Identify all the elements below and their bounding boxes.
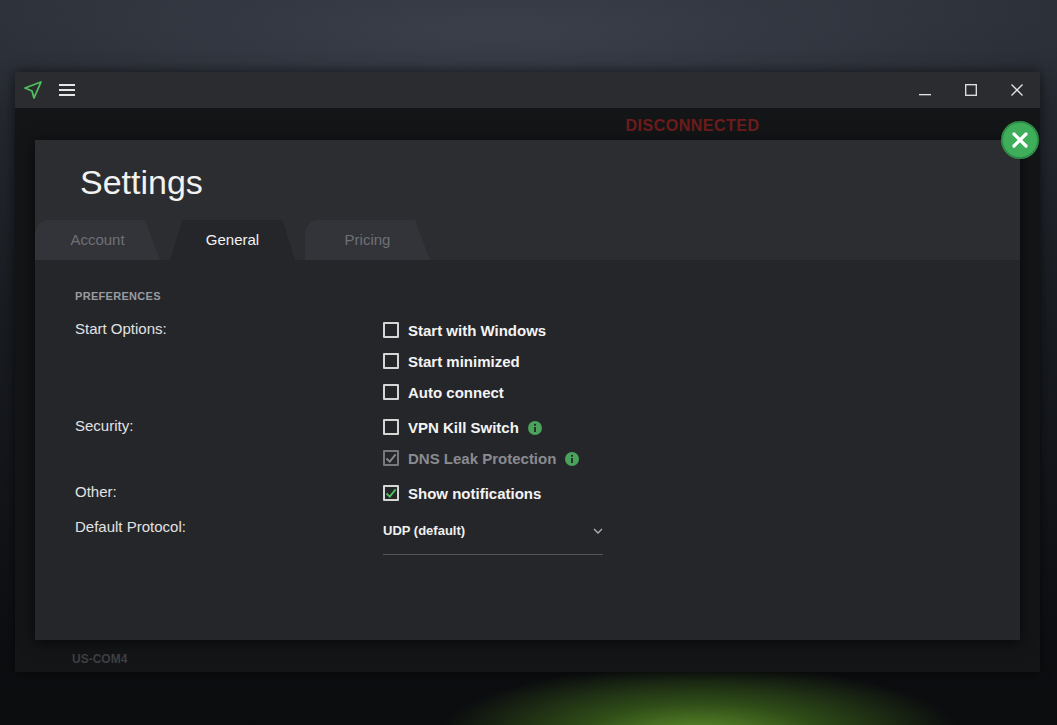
- tab-label[interactable]: Pricing: [345, 229, 391, 252]
- checkbox[interactable]: [383, 419, 399, 435]
- option-group: Default Protocol:UDP (default): [75, 517, 980, 555]
- window-controls: [902, 72, 1040, 108]
- option-label[interactable]: Show notifications: [408, 484, 541, 504]
- close-settings-button[interactable]: [1001, 121, 1039, 159]
- connection-status: DISCONNECTED: [15, 108, 1040, 138]
- checkbox[interactable]: [383, 353, 399, 369]
- server-name: US-COM4: [72, 650, 127, 668]
- option-label[interactable]: Start minimized: [408, 352, 520, 372]
- checkbox-option[interactable]: DNS Leak Protection: [383, 447, 980, 478]
- settings-body: PREFERENCESStart Options:Start with Wind…: [35, 260, 1020, 579]
- group-label: Security:: [75, 416, 383, 478]
- app-window: DISCONNECTED US-COM4 Settings Account Genera…: [15, 72, 1040, 672]
- group-options: Show notifications: [383, 482, 980, 513]
- option-label: DNS Leak Protection: [408, 449, 556, 469]
- check-icon: [385, 452, 397, 464]
- option-label[interactable]: Auto connect: [408, 383, 504, 403]
- checkbox-option[interactable]: Start minimized: [383, 350, 980, 381]
- settings-header: Settings Account General Pricing: [35, 140, 1020, 260]
- checkbox-option[interactable]: Auto connect: [383, 381, 980, 412]
- info-icon[interactable]: [565, 452, 579, 466]
- close-icon: [1011, 84, 1023, 96]
- app-content: DISCONNECTED US-COM4 Settings Account Genera…: [15, 108, 1040, 672]
- settings-tab[interactable]: Account: [35, 220, 160, 260]
- title-bar: [15, 72, 1040, 108]
- minimize-button[interactable]: [902, 72, 948, 108]
- check-icon: [385, 487, 397, 499]
- settings-panel: Settings Account General Pricing PREFERENCES…: [35, 140, 1020, 640]
- menu-button[interactable]: [51, 72, 83, 108]
- group-options: Start with Windows Start minimized Auto co…: [383, 319, 980, 412]
- checkbox[interactable]: [383, 322, 399, 338]
- chevron-down-icon[interactable]: [593, 522, 603, 540]
- option-group: Start Options: Start with Windows Start mi…: [75, 319, 980, 412]
- hamburger-icon: [59, 83, 75, 97]
- option-label[interactable]: VPN Kill Switch: [408, 418, 519, 438]
- group-label: Default Protocol:: [75, 517, 383, 555]
- maximize-icon: [965, 84, 977, 96]
- checkbox: [383, 450, 399, 466]
- option-group: Security: VPN Kill Switch DNS Leak Protect…: [75, 416, 980, 478]
- settings-title: Settings: [35, 160, 1020, 204]
- settings-tab[interactable]: General: [170, 220, 295, 260]
- info-icon[interactable]: [528, 421, 542, 435]
- close-window-button[interactable]: [994, 72, 1040, 108]
- settings-tabs: Account General Pricing: [35, 220, 1020, 260]
- logo: [15, 72, 51, 108]
- group-label: Other:: [75, 482, 383, 513]
- minimize-icon: [919, 84, 931, 96]
- dropdown-value[interactable]: UDP (default): [383, 522, 465, 540]
- option-label[interactable]: Start with Windows: [408, 321, 546, 341]
- checkbox-option[interactable]: VPN Kill Switch: [383, 416, 980, 447]
- desktop: DISCONNECTED US-COM4 Settings Account Genera…: [0, 0, 1057, 725]
- option-group: Other: Show notifications: [75, 482, 980, 513]
- checkbox[interactable]: [383, 485, 399, 501]
- group-label: Start Options:: [75, 319, 383, 412]
- checkbox-option[interactable]: Show notifications: [383, 482, 980, 513]
- group-options: UDP (default): [383, 517, 980, 555]
- close-icon: [1012, 132, 1028, 148]
- group-options: VPN Kill Switch DNS Leak Protection: [383, 416, 980, 478]
- checkbox-option[interactable]: Start with Windows: [383, 319, 980, 350]
- tab-label[interactable]: General: [206, 229, 259, 252]
- tab-label[interactable]: Account: [70, 229, 124, 252]
- maximize-button[interactable]: [948, 72, 994, 108]
- protocol-dropdown[interactable]: UDP (default): [383, 517, 603, 555]
- settings-tab[interactable]: Pricing: [305, 220, 430, 260]
- checkbox[interactable]: [383, 384, 399, 400]
- section-heading: PREFERENCES: [75, 288, 980, 305]
- logo-icon: [23, 80, 43, 100]
